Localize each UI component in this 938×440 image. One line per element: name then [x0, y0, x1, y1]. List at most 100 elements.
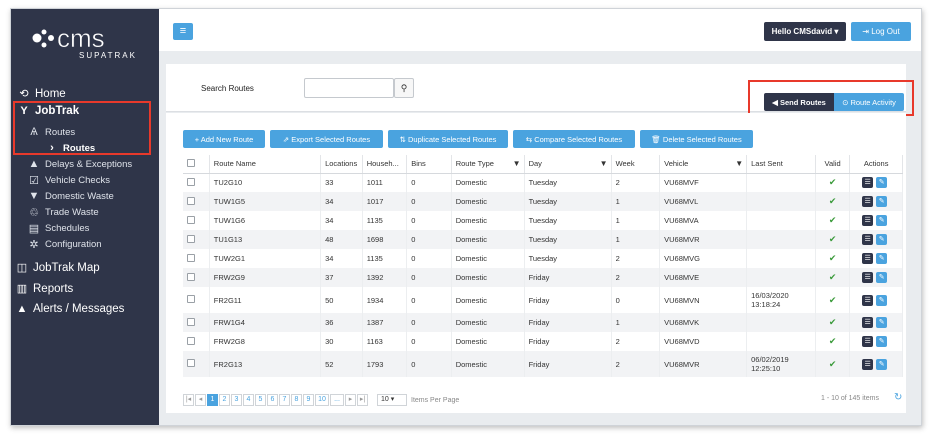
filter-icon[interactable]: ▼: [513, 159, 521, 168]
row-checkbox[interactable]: [183, 287, 210, 313]
list-icon[interactable]: ☰: [862, 358, 874, 370]
user-menu-button[interactable]: Hello CMSdavid ▾: [764, 22, 846, 41]
nav-trade-waste[interactable]: ♲ Trade Waste: [27, 206, 175, 219]
table-row[interactable]: FRW1G4 36 1387 0 Domestic Friday 1 VU68M…: [183, 313, 903, 332]
list-icon[interactable]: ☰: [862, 294, 874, 306]
send-routes-button[interactable]: ◀ Send Routes: [764, 93, 834, 111]
export-routes-button[interactable]: ⇗ Export Selected Routes: [270, 130, 383, 148]
nav-configuration[interactable]: ✲ Configuration: [27, 238, 175, 251]
edit-icon[interactable]: ✎: [876, 234, 888, 245]
page-button[interactable]: 8: [291, 394, 302, 406]
edit-icon[interactable]: ✎: [876, 294, 888, 306]
edit-icon[interactable]: ✎: [876, 215, 888, 226]
bins-cell: 0: [406, 230, 452, 249]
first-page-button[interactable]: |◂: [183, 394, 194, 406]
row-checkbox[interactable]: [183, 173, 210, 192]
actions-cell: ☰ ✎: [849, 313, 903, 332]
page-button[interactable]: 5: [255, 394, 266, 406]
nav-schedules-label: Schedules: [45, 223, 90, 234]
edit-icon[interactable]: ✎: [876, 196, 888, 207]
list-icon[interactable]: ☰: [862, 215, 874, 226]
col-locations[interactable]: Locations: [320, 155, 363, 174]
table-row[interactable]: TU2G10 33 1011 0 Domestic Tuesday 2 VU68…: [183, 173, 903, 192]
row-checkbox[interactable]: [183, 249, 210, 268]
table-row[interactable]: TUW1G6 34 1135 0 Domestic Tuesday 1 VU68…: [183, 211, 903, 230]
list-icon[interactable]: ☰: [862, 196, 874, 207]
select-all-checkbox[interactable]: [183, 155, 210, 174]
table-row[interactable]: FRW2G8 30 1163 0 Domestic Friday 2 VU68M…: [183, 332, 903, 351]
route-activity-button[interactable]: ⊙ Route Activity: [834, 93, 904, 111]
hamburger-icon[interactable]: ≡: [173, 23, 193, 40]
page-button[interactable]: 6: [267, 394, 278, 406]
filter-icon[interactable]: ▼: [735, 159, 743, 168]
nav-reports[interactable]: ▥ Reports: [15, 282, 163, 296]
page-button[interactable]: 1: [207, 394, 218, 406]
page-button[interactable]: 4: [243, 394, 254, 406]
search-icon[interactable]: ⚲: [394, 78, 414, 98]
more-pages-button[interactable]: ...: [330, 394, 344, 406]
nav-home[interactable]: ⟲ Home: [17, 87, 165, 101]
logout-button[interactable]: ⇥ Log Out: [851, 22, 911, 41]
delete-routes-button[interactable]: 🗑 Delete Selected Routes: [640, 130, 753, 148]
prev-page-button[interactable]: ◂: [195, 394, 206, 406]
list-icon[interactable]: ☰: [862, 272, 874, 283]
nav-alerts[interactable]: ▲ Alerts / Messages: [15, 303, 163, 315]
col-last-sent[interactable]: Last Sent: [746, 155, 816, 174]
edit-icon[interactable]: ✎: [876, 177, 888, 189]
row-checkbox[interactable]: [183, 230, 210, 249]
nav-delays[interactable]: ▲ Delays & Exceptions: [27, 158, 175, 170]
page-button[interactable]: 9: [303, 394, 314, 406]
table-row[interactable]: TUW1G5 34 1017 0 Domestic Tuesday 1 VU68…: [183, 192, 903, 211]
duplicate-routes-button[interactable]: ⇅ Duplicate Selected Routes: [388, 130, 508, 148]
edit-icon[interactable]: ✎: [876, 253, 888, 264]
table-row[interactable]: TU1G13 48 1698 0 Domestic Tuesday 1 VU68…: [183, 230, 903, 249]
row-checkbox[interactable]: [183, 351, 210, 377]
col-route-name[interactable]: Route Name: [209, 155, 322, 174]
next-page-button[interactable]: ▸: [345, 394, 356, 406]
page-button[interactable]: 10: [315, 394, 329, 406]
edit-icon[interactable]: ✎: [876, 317, 888, 328]
row-checkbox[interactable]: [183, 332, 210, 351]
nav-schedules[interactable]: ▤ Schedules: [27, 222, 175, 235]
row-checkbox[interactable]: [183, 313, 210, 332]
table-row[interactable]: FRW2G9 37 1392 0 Domestic Friday 2 VU68M…: [183, 268, 903, 287]
row-checkbox[interactable]: [183, 268, 210, 287]
page-button[interactable]: 2: [219, 394, 230, 406]
row-checkbox[interactable]: [183, 192, 210, 211]
nav-domestic-waste[interactable]: ▼ Domestic Waste: [27, 190, 175, 202]
page-button[interactable]: 3: [231, 394, 242, 406]
col-valid[interactable]: Valid: [815, 155, 851, 174]
edit-icon[interactable]: ✎: [876, 336, 888, 347]
pager-info: 1 - 10 of 145 items: [821, 395, 879, 402]
table-row[interactable]: FR2G11 50 1934 0 Domestic Friday 0 VU68M…: [183, 287, 903, 313]
list-icon[interactable]: ☰: [862, 336, 874, 347]
col-week[interactable]: Week: [611, 155, 661, 174]
last-page-button[interactable]: ▸|: [357, 394, 368, 406]
edit-icon[interactable]: ✎: [876, 272, 888, 283]
col-day[interactable]: Day ▼: [524, 155, 612, 174]
col-route-type[interactable]: Route Type ▼: [451, 155, 525, 174]
search-input[interactable]: [304, 78, 394, 98]
table-row[interactable]: FR2G13 52 1793 0 Domestic Friday 2 VU68M…: [183, 351, 903, 377]
route-type-cell: Domestic: [451, 268, 525, 287]
col-households[interactable]: Househ...: [362, 155, 408, 174]
list-icon[interactable]: ☰: [862, 253, 874, 264]
vehicle-cell: VU68MVR: [659, 351, 748, 377]
add-route-button[interactable]: + Add New Route: [183, 130, 265, 148]
nav-vehicle-checks[interactable]: ☑ Vehicle Checks: [27, 174, 175, 187]
nav-jobtrak-map[interactable]: ◫ JobTrak Map: [15, 261, 163, 275]
col-bins[interactable]: Bins: [406, 155, 452, 174]
row-checkbox[interactable]: [183, 211, 210, 230]
edit-icon[interactable]: ✎: [876, 358, 888, 370]
page-button[interactable]: 7: [279, 394, 290, 406]
filter-icon[interactable]: ▼: [600, 159, 608, 168]
items-per-page-select[interactable]: 10 ▾: [377, 394, 407, 406]
compare-routes-button[interactable]: ⇆ Compare Selected Routes: [513, 130, 635, 148]
list-icon[interactable]: ☰: [862, 234, 874, 245]
col-vehicle[interactable]: Vehicle ▼: [659, 155, 748, 174]
list-icon[interactable]: ☰: [862, 317, 874, 328]
table-row[interactable]: TUW2G1 34 1135 0 Domestic Tuesday 2 VU68…: [183, 249, 903, 268]
last-sent-cell: [746, 211, 816, 230]
refresh-icon[interactable]: ↻: [894, 392, 902, 403]
list-icon[interactable]: ☰: [862, 177, 874, 189]
